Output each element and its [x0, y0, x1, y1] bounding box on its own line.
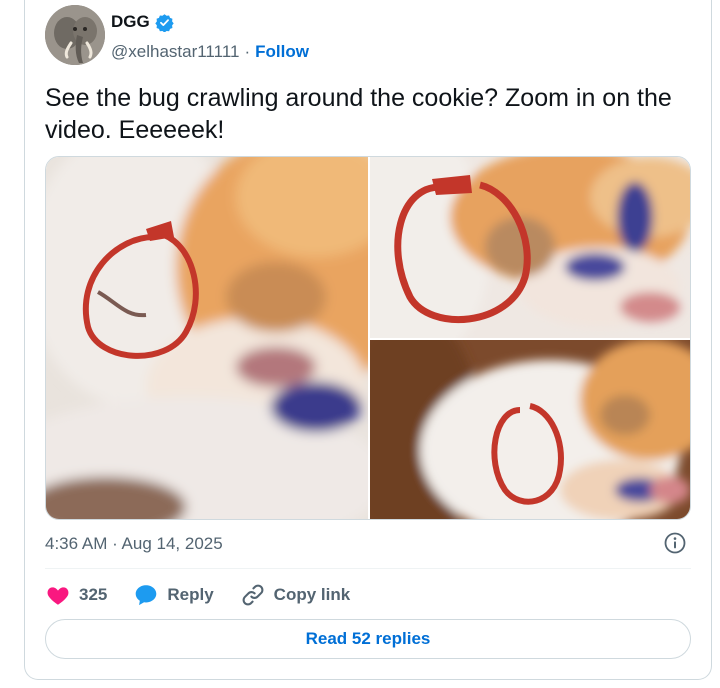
follow-button[interactable]: Follow	[255, 42, 309, 62]
tweet-photo-2[interactable]	[370, 157, 690, 338]
author-name-row: DGG	[111, 12, 174, 33]
tweet-media-grid	[45, 156, 691, 520]
author-handle[interactable]: @xelhastar11111	[111, 42, 239, 62]
author-handle-row: @xelhastar11111 · Follow	[111, 42, 309, 62]
action-bar: 325 Reply Copy link	[45, 580, 376, 610]
tweet-photo-3[interactable]	[370, 340, 690, 519]
info-icon[interactable]	[663, 531, 687, 555]
divider	[45, 568, 691, 569]
avatar[interactable]	[45, 5, 105, 65]
tweet-text: See the bug crawling around the cookie? …	[45, 84, 672, 144]
copy-link-button[interactable]: Copy link	[240, 582, 351, 608]
verified-badge-icon	[155, 13, 174, 33]
read-replies-button[interactable]: Read 52 replies	[45, 619, 691, 659]
handle-separator: ·	[244, 42, 251, 61]
reply-button[interactable]: Reply	[133, 582, 214, 608]
author-display-name[interactable]: DGG	[111, 12, 150, 32]
copy-link-label: Copy link	[273, 585, 351, 604]
reply-bubble-icon	[136, 585, 157, 606]
like-count: 325	[79, 585, 108, 604]
tweet-photo-1[interactable]	[46, 157, 368, 519]
elephant-avatar-image	[45, 5, 105, 65]
tweet-timestamp[interactable]: 4:36 AM · Aug 14, 2025	[45, 534, 223, 554]
heart-icon	[47, 587, 69, 605]
reply-label: Reply	[167, 585, 214, 604]
link-icon	[242, 584, 264, 606]
like-button[interactable]: 325	[45, 582, 107, 608]
